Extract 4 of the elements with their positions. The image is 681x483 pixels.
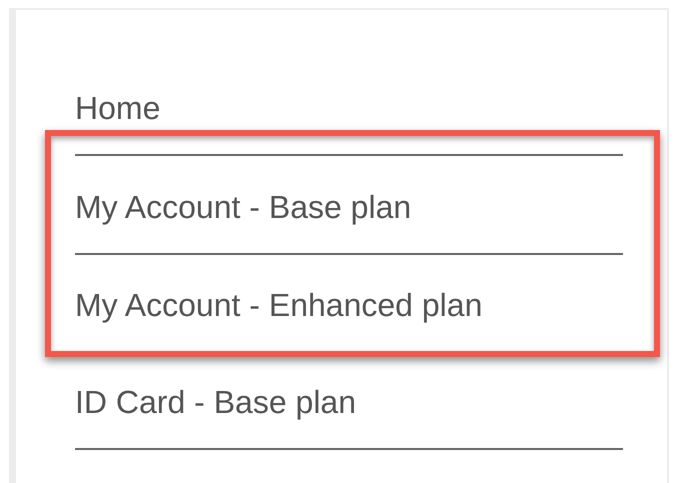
menu-link[interactable]: Home	[75, 58, 623, 156]
menu-link[interactable]: My Account - Enhanced plan	[75, 255, 623, 351]
menu-link[interactable]: ID Card - Base plan	[75, 352, 623, 450]
menu-link[interactable]: My Account - Base plan	[75, 157, 623, 255]
